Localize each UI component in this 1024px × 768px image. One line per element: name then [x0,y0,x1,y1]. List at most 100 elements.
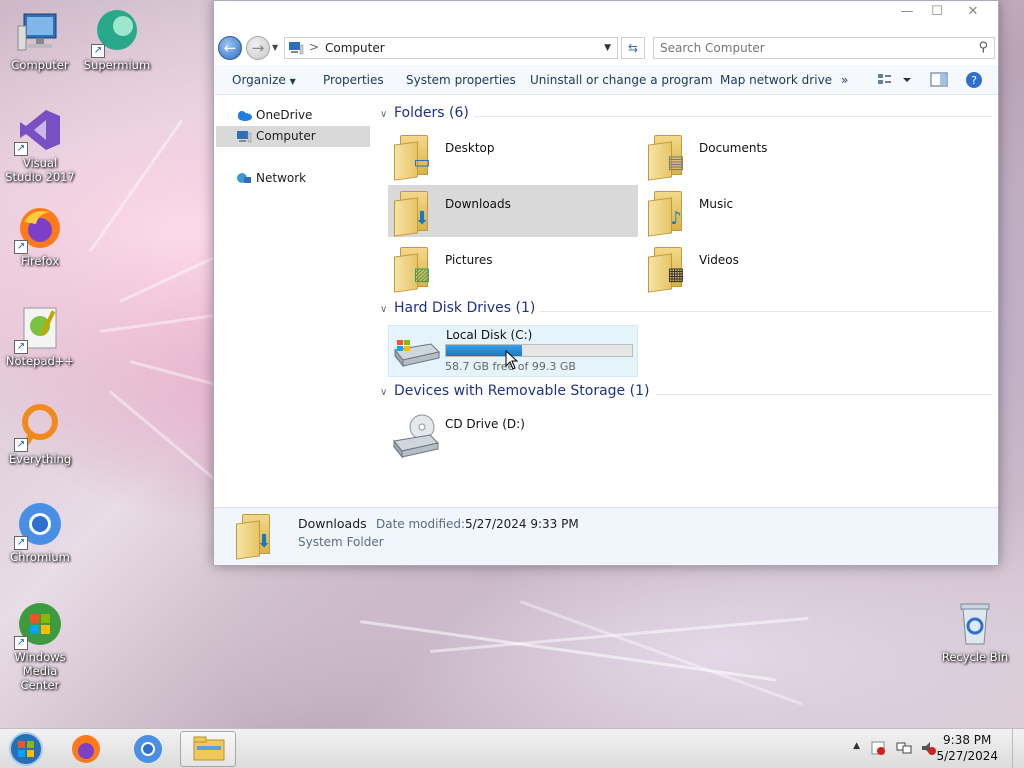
firefox-icon [72,735,100,763]
folder-documents[interactable]: ▤ Documents [642,129,892,181]
desktop-icon-everything[interactable]: ↗ Everything [0,402,80,466]
start-button[interactable] [6,731,46,767]
group-divider [539,311,992,312]
desktop-icon-label: Notepad++ [5,354,75,368]
folder-desktop[interactable]: ▭ Desktop [388,129,638,181]
nav-item-label: OneDrive [256,108,313,122]
group-title: Hard Disk Drives (1) [394,300,536,316]
refresh-button[interactable]: ⇆ [621,37,645,59]
folder-downloads[interactable]: ⬇ Downloads [388,185,638,237]
properties-button[interactable]: Properties [323,73,384,87]
nav-item-computer[interactable]: Computer [216,126,370,147]
show-hidden-icons-button[interactable]: ▲ [853,741,860,751]
nav-item-network[interactable]: Network [216,168,370,189]
close-button[interactable]: ✕ [958,2,988,22]
folder-name: Videos [699,253,739,267]
desktop-icon-supermium[interactable]: ↗ Supermium [77,8,157,72]
breadcrumb-computer[interactable]: Computer [325,41,385,55]
shortcut-arrow-icon: ↗ [14,438,28,452]
group-header-hard-disk-drives[interactable]: ∨ Hard Disk Drives (1) [380,300,535,316]
recent-pages-button[interactable]: ▼ [272,43,278,52]
taskbar: ▲ 9:38 PM 5/27/2024 [0,728,1024,768]
map-network-drive-button[interactable]: Map network drive [720,73,832,87]
minimize-button[interactable]: — [892,2,922,22]
show-desktop-button[interactable] [1012,729,1024,768]
details-type: System Folder [298,535,384,549]
preview-pane-icon[interactable] [930,71,948,92]
group-header-folders[interactable]: ∨ Folders (6) [380,105,469,121]
clock-time: 9:38 PM [943,733,992,747]
tray-volume-muted-icon[interactable] [920,740,936,759]
help-icon[interactable]: ? [965,71,983,92]
change-view-button[interactable] [876,71,916,92]
folder-videos[interactable]: ▦ Videos [642,241,892,293]
desktop-icon-notepadpp[interactable]: ↗ Notepad++ [0,304,80,368]
taskbar-file-explorer[interactable] [180,731,236,767]
chevron-down-icon: ▼ [289,77,296,86]
folder-name: Documents [699,141,768,155]
desktop-icon-label: Windows Media Center [14,650,66,692]
nav-item-onedrive[interactable]: OneDrive [216,105,370,126]
clock-date: 5/27/2024 [936,749,998,763]
folder-pictures[interactable]: ▨ Pictures [388,241,638,293]
search-input[interactable] [660,41,960,55]
desktop-icon-media-center[interactable]: ↗ Windows Media Center [0,600,80,692]
folder-name: Downloads [445,197,511,211]
pictures-folder-icon: ▨ [392,245,436,293]
group-divider [656,394,992,395]
documents-folder-icon: ▤ [646,133,690,181]
drive-name: CD Drive (D:) [445,417,525,431]
maximize-button[interactable]: ☐ [922,2,952,22]
chevron-down-icon: ∨ [380,304,388,315]
desktop-icon-firefox[interactable]: ↗ Firefox [0,204,80,268]
taskbar-clock[interactable]: 9:38 PM 5/27/2024 [936,732,998,764]
desktop-icon-label: Firefox [20,254,60,268]
taskbar-firefox[interactable] [58,731,114,767]
uninstall-program-button[interactable]: Uninstall or change a program [530,73,713,87]
tray-security-icon[interactable] [870,740,886,759]
chevron-down-icon[interactable]: ▼ [604,43,611,53]
folder-name: Pictures [445,253,493,267]
group-title: Devices with Removable Storage (1) [394,383,650,399]
address-field[interactable]: > Computer ▼ [284,37,618,59]
search-box[interactable]: ⚲ [653,37,995,59]
file-explorer-icon [193,736,225,761]
folder-name: Music [699,197,734,211]
downloads-folder-icon: ⬇ [234,512,278,562]
group-title: Folders (6) [394,105,469,121]
forward-button[interactable]: → [246,36,270,60]
computer-icon [16,8,64,56]
folder-music[interactable]: ♪ Music [642,185,892,237]
desktop-icon-recycle-bin[interactable]: Recycle Bin [935,600,1015,664]
svg-text:?: ? [971,74,977,87]
drive-name: Local Disk (C:) [446,328,533,342]
mouse-cursor-icon [505,349,519,373]
notepadpp-icon: ↗ [14,304,64,354]
desktop-icon-visual-studio[interactable]: ↗ Visual Studio 2017 [0,106,80,184]
nav-item-label: Network [256,171,307,185]
system-properties-button[interactable]: System properties [406,73,516,87]
chromium-icon [134,735,162,763]
group-divider [474,116,992,117]
organize-label: Organize [232,73,286,87]
downloads-folder-icon: ⬇ [392,189,436,237]
desktop-icon-label: Everything [8,452,72,466]
breadcrumb-separator[interactable]: > [309,40,319,54]
shortcut-arrow-icon: ↗ [14,636,28,650]
group-header-removable-storage[interactable]: ∨ Devices with Removable Storage (1) [380,383,649,399]
more-commands-button[interactable]: » [841,73,848,87]
supermium-icon: ↗ [91,8,141,58]
drive-local-disk-c[interactable]: Local Disk (C:) 58.7 GB free of 99.3 GB [388,325,638,377]
hard-drive-icon [391,336,441,373]
drive-cd-d[interactable]: CD Drive (D:) [388,411,638,463]
explorer-window[interactable]: — ☐ ✕ ← → ▼ > Computer ▼ ⇆ ⚲ Organize ▼ … [213,0,999,566]
organize-button[interactable]: Organize ▼ [232,73,296,87]
search-icon[interactable]: ⚲ [978,40,988,55]
desktop-icon-chromium[interactable]: ↗ Chromium [0,500,80,564]
title-bar[interactable]: — ☐ ✕ [214,1,998,23]
back-button[interactable]: ← [218,36,242,60]
tray-network-icon[interactable] [896,740,912,759]
desktop-icon-computer[interactable]: Computer [0,8,80,72]
taskbar-chromium[interactable] [120,731,176,767]
cd-drive-icon [390,413,440,462]
